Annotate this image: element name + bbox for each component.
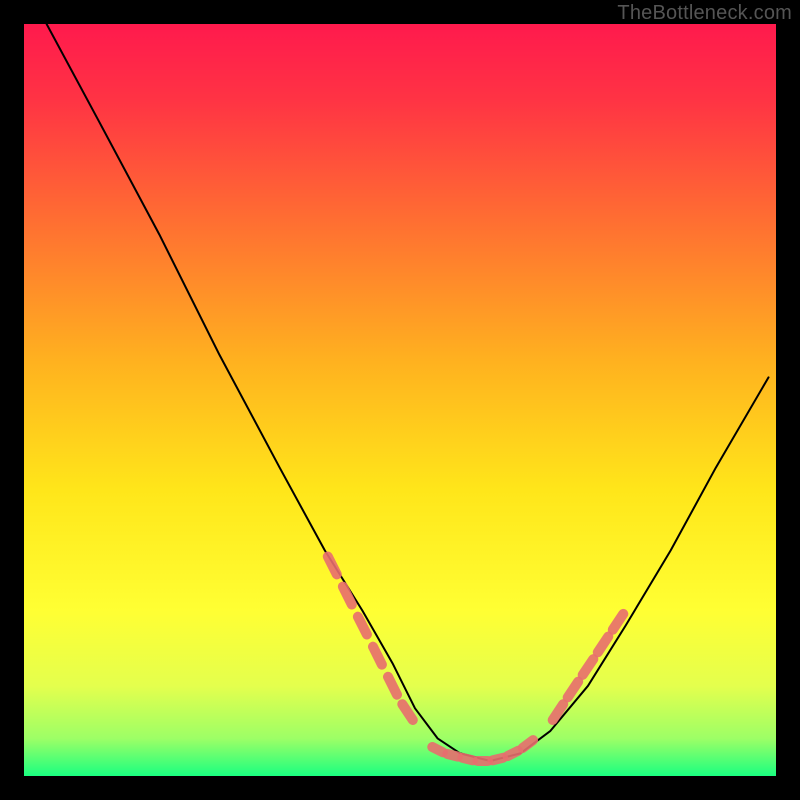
highlight-bottom-dashes-dash	[447, 754, 458, 757]
gradient-bg	[24, 24, 776, 776]
chart-frame: TheBottleneck.com	[0, 0, 800, 800]
highlight-bottom-dashes-dash	[432, 747, 443, 752]
watermark-text: TheBottleneck.com	[617, 2, 792, 25]
highlight-bottom-dashes-dash	[523, 740, 534, 748]
plot-area	[24, 24, 776, 776]
highlight-bottom-dashes-dash	[493, 758, 504, 761]
highlight-bottom-dashes-dash	[462, 758, 473, 761]
chart-svg	[24, 24, 776, 776]
highlight-bottom-dashes-dash	[508, 751, 519, 756]
